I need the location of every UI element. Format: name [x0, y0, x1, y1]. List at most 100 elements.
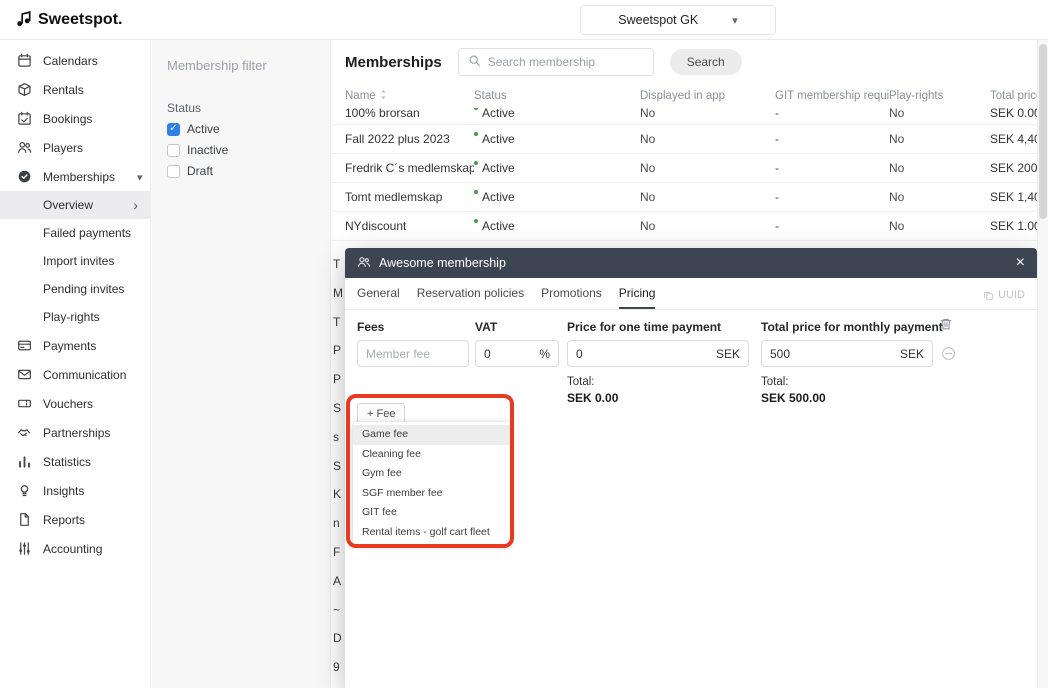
table-row[interactable]: Fall 2022 plus 2023 Active No - No SEK 4…: [331, 125, 1048, 154]
sidebar-subitem-pending-invites[interactable]: Pending invites: [0, 275, 150, 303]
sidebar-item-payments[interactable]: Payments: [0, 331, 150, 360]
one-time-price-input[interactable]: [576, 347, 712, 361]
clipped-table-text: T M T P P S s S K n F A ~ D 9 P: [333, 250, 345, 688]
partial-letter: D: [333, 624, 345, 653]
sidebar-item-partnerships[interactable]: Partnerships: [0, 418, 150, 447]
sidebar-item-insights[interactable]: Insights: [0, 476, 150, 505]
ticket-icon: [16, 396, 32, 412]
sidebar-item-players[interactable]: Players: [0, 133, 150, 162]
brand-logo[interactable]: Sweetspot.: [16, 0, 122, 40]
badge-check-icon: [16, 169, 32, 185]
sidebar-item-bookings[interactable]: Bookings: [0, 104, 150, 133]
sidebar-subitem-play-rights[interactable]: Play-rights: [0, 303, 150, 331]
search-icon: [468, 54, 481, 70]
column-header-name[interactable]: Name: [345, 89, 474, 103]
modal-title: Awesome membership: [379, 256, 506, 270]
sidebar-item-memberships[interactable]: Memberships: [0, 162, 150, 191]
one-time-price-field: SEK: [567, 340, 749, 367]
scrollbar-thumb[interactable]: [1039, 44, 1047, 219]
cell-git-required: -: [775, 108, 889, 120]
fee-name-input[interactable]: [366, 347, 460, 361]
sidebar-subitem-label: Play-rights: [43, 310, 100, 324]
tab-general[interactable]: General: [357, 286, 400, 309]
cell-git-required: -: [775, 190, 889, 204]
uuid-button[interactable]: UUID: [983, 289, 1025, 309]
search-button[interactable]: Search: [670, 49, 742, 75]
calendar-check-icon: [16, 111, 32, 127]
column-header-git-membership-required: GIT membership required: [775, 90, 889, 102]
cell-displayed-in-app: No: [640, 219, 775, 233]
cell-name: Fall 2022 plus 2023: [345, 132, 474, 146]
trash-icon[interactable]: [939, 317, 953, 334]
sidebar-subitem-failed-payments[interactable]: Failed payments: [0, 219, 150, 247]
sidebar-item-calendars[interactable]: Calendars: [0, 46, 150, 75]
fee-menu-item-git-fee[interactable]: GIT fee: [353, 503, 511, 523]
sidebar-item-accounting[interactable]: Accounting: [0, 534, 150, 563]
tab-reservation-policies[interactable]: Reservation policies: [417, 286, 524, 309]
cell-displayed-in-app: No: [640, 132, 775, 146]
table-row[interactable]: NYdiscount Active No - No SEK 1.00: [331, 212, 1048, 241]
checkbox-unchecked-icon[interactable]: [167, 165, 180, 178]
partial-letter: P: [333, 365, 345, 394]
monthly-total-label: Total:: [761, 376, 789, 388]
table-row[interactable]: Tomt medlemskap Active No - No SEK 1,400…: [331, 183, 1048, 212]
filter-option-active[interactable]: Active: [167, 122, 314, 136]
cell-name: Tomt medlemskap: [345, 190, 474, 204]
tab-pricing[interactable]: Pricing: [619, 286, 656, 309]
sidebar-subitem-label: Overview: [43, 198, 93, 212]
sidebar-subitem-import-invites[interactable]: Import invites: [0, 247, 150, 275]
sidebar-item-reports[interactable]: Reports: [0, 505, 150, 534]
club-selector[interactable]: Sweetspot GK: [580, 5, 776, 35]
filter-panel-title: Membership filter: [167, 58, 314, 73]
add-fee-button[interactable]: + Fee: [357, 403, 405, 424]
table-row[interactable]: Fredrik C´s medlemskap Active No - No SE…: [331, 154, 1048, 183]
sort-icon[interactable]: [379, 89, 388, 103]
monthly-column-label: Total price for monthly payment: [761, 320, 943, 334]
sidebar-item-label: Insights: [43, 484, 84, 498]
monthly-price-input[interactable]: [770, 347, 896, 361]
sidebar-subitem-overview[interactable]: Overview: [0, 191, 150, 219]
cell-name: 100% brorsan: [345, 108, 474, 120]
sidebar-item-label: Rentals: [43, 83, 84, 97]
sidebar-item-label: Communication: [43, 368, 126, 382]
table-row[interactable]: 100% brorsan Active No - No SEK 0.00: [331, 108, 1048, 125]
vat-input[interactable]: [484, 347, 535, 361]
membership-filter-panel: Membership filter Status Active Inactive…: [150, 40, 331, 688]
partial-letter: P: [333, 682, 345, 688]
remove-row-icon[interactable]: [941, 346, 956, 364]
column-header-label: Name: [345, 90, 376, 102]
sidebar-item-label: Calendars: [43, 54, 98, 68]
partial-letter: s: [333, 423, 345, 452]
cell-displayed-in-app: No: [640, 108, 775, 120]
tab-promotions[interactable]: Promotions: [541, 286, 602, 309]
sliders-icon: [16, 541, 32, 557]
membership-modal: Awesome membership General Reservation p…: [345, 248, 1037, 688]
partial-letter: S: [333, 452, 345, 481]
sidebar-item-statistics[interactable]: Statistics: [0, 447, 150, 476]
sidebar-item-label: Players: [43, 141, 83, 155]
filter-option-label: Draft: [187, 164, 213, 178]
filter-option-draft[interactable]: Draft: [167, 164, 314, 178]
fee-menu-item-game-fee[interactable]: Game fee: [353, 425, 511, 445]
checkbox-unchecked-icon[interactable]: [167, 144, 180, 157]
scrollbar[interactable]: [1037, 40, 1048, 688]
sidebar-item-label: Reports: [43, 513, 85, 527]
filter-option-label: Active: [187, 122, 220, 136]
status-dot: [474, 108, 478, 110]
cell-name: Fredrik C´s medlemskap: [345, 161, 474, 175]
membership-search-box: [458, 48, 654, 76]
checkbox-checked-icon[interactable]: [167, 123, 180, 136]
sidebar-item-rentals[interactable]: Rentals: [0, 75, 150, 104]
close-icon[interactable]: [1016, 255, 1025, 271]
brand-name: Sweetspot.: [38, 11, 122, 29]
sidebar-item-vouchers[interactable]: Vouchers: [0, 389, 150, 418]
handshake-icon: [16, 425, 32, 441]
filter-option-inactive[interactable]: Inactive: [167, 143, 314, 157]
search-input[interactable]: [488, 55, 644, 69]
fee-menu-item-sgf-member-fee[interactable]: SGF member fee: [353, 484, 511, 504]
fee-menu-item-cleaning-fee[interactable]: Cleaning fee: [353, 445, 511, 465]
fee-menu-item-gym-fee[interactable]: Gym fee: [353, 464, 511, 484]
sidebar-item-communication[interactable]: Communication: [0, 360, 150, 389]
fee-menu-item-rental-items[interactable]: Rental items - golf cart fleet: [353, 523, 511, 543]
percent-suffix: %: [539, 347, 550, 361]
